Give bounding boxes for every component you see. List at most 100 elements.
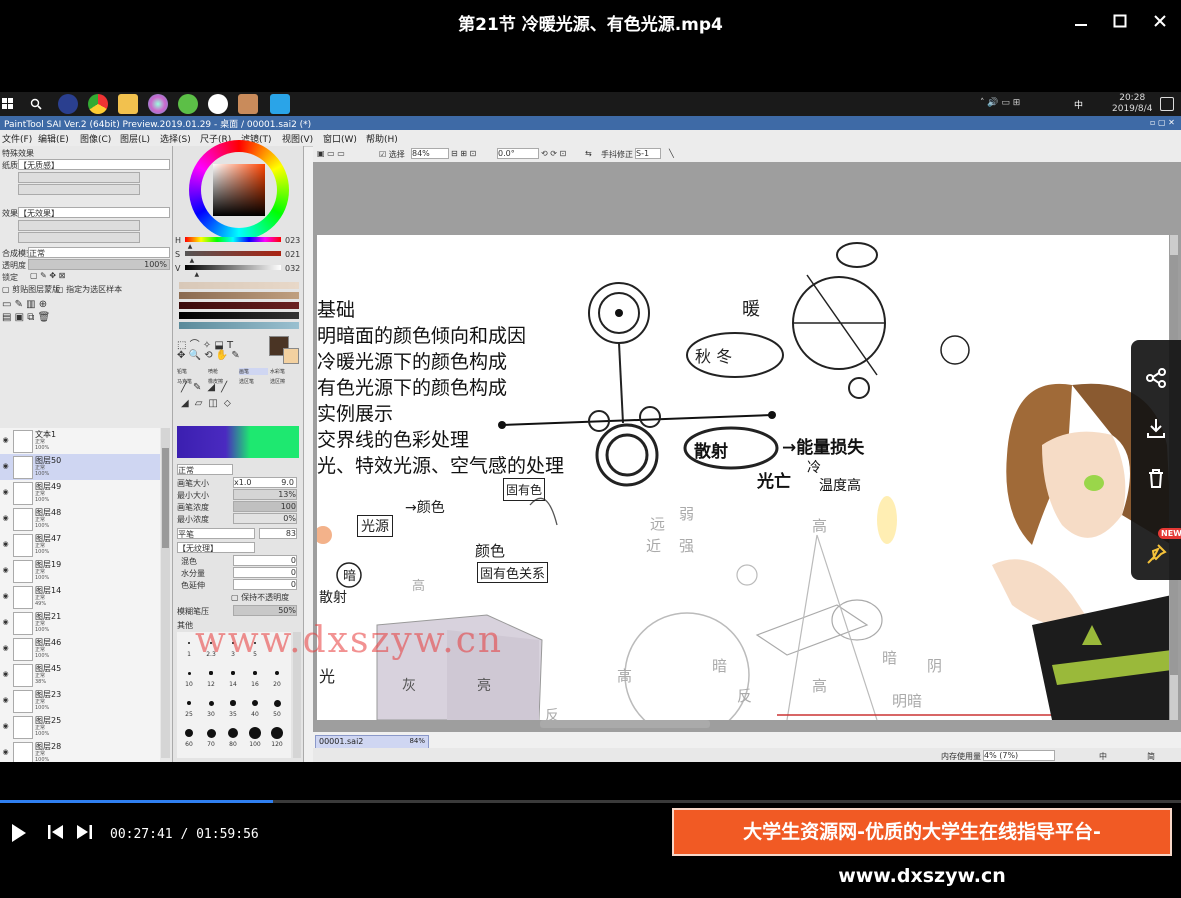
tool-select-eraser[interactable]: 选区擦 [270,378,299,385]
minimize-button[interactable] [1068,8,1094,34]
progress-fill[interactable] [0,800,273,803]
eye-icon[interactable]: ◉ [1,618,10,627]
brush-texture-select[interactable]: 【无纹理】 [177,542,255,553]
promo-banner[interactable]: 大学生资源网-优质的大学生在线指导平台-www.dxszyw.cn [672,808,1172,887]
canvas-horizontal-scrollbar[interactable] [540,720,710,728]
keep-opacity-checkbox[interactable]: ▢ 保持不透明度 [231,592,289,603]
zoom-buttons[interactable]: ⊟ ⊞ ⊡ [451,149,476,158]
brush-size-cell[interactable]: 50 [267,696,287,724]
pressure-slider[interactable]: 50% [233,605,297,616]
brush-size-cell[interactable]: 16 [245,666,265,694]
line-tool-icon[interactable]: ╲ [669,149,674,158]
status-simplified[interactable]: 简 [1147,751,1155,762]
swatch-bar-1[interactable] [179,282,299,289]
brush-size-cell[interactable]: 120 [267,726,287,754]
clip-checkbox[interactable]: ▢ 剪贴图层蒙版 [2,284,60,295]
menu-window[interactable]: 窗口(W) [323,132,357,145]
tool-icons-2[interactable]: ◢▱◫⬦ [181,398,237,409]
brush-size-cell[interactable]: 12 [201,666,221,694]
menu-image[interactable]: 图像(C) [80,132,111,145]
chrome-icon[interactable] [88,94,108,114]
effect-select[interactable]: 【无效果】 [18,207,170,218]
select-src-checkbox[interactable]: ▢ 指定为选区样本 [56,284,122,295]
lock-icons[interactable]: ▢ ✎ ✥ ⊠ [30,271,65,280]
eye-icon[interactable]: ◉ [1,670,10,679]
swatch-bar-4[interactable] [179,312,299,319]
layer-row[interactable]: ◉ 图层49 正常 100% [0,480,160,507]
layer-row[interactable]: ◉ 图层46 正常 100% [0,636,160,663]
value-slider[interactable]: ▲ [185,265,281,278]
brush-size-cell[interactable]: 40 [245,696,265,724]
layer-row[interactable]: ◉ 图层50 正常 100% [0,454,160,481]
eye-icon[interactable]: ◉ [1,462,10,471]
layer-actions-row[interactable]: ▭ ✎ ▥ ⊕ [2,299,47,310]
saturation-knob[interactable]: ▲ [190,257,195,264]
min-size-slider[interactable]: 13% [233,489,297,500]
hue-knob[interactable]: ▲ [188,243,193,250]
status-ime[interactable]: 中 [1099,751,1107,762]
delete-button[interactable] [1131,454,1181,502]
layer-list-scrollbar[interactable] [161,428,170,758]
eye-icon[interactable]: ◉ [1,514,10,523]
swatch-bar-3[interactable] [179,302,299,309]
taskbar-app-green-icon[interactable] [178,94,198,114]
layer-row[interactable]: ◉ 图层48 正常 100% [0,506,160,533]
eye-icon[interactable]: ◉ [1,488,10,497]
share-button[interactable] [1131,354,1181,402]
play-button[interactable] [10,823,28,847]
brush-size-cell[interactable]: 25 [179,696,199,724]
menu-view[interactable]: 视图(V) [282,132,313,145]
close-button[interactable] [1147,8,1173,34]
menu-layer[interactable]: 图层(L) [120,132,150,145]
brush-size-cell[interactable]: 30 [201,696,221,724]
texture-strength-slider[interactable] [18,172,140,183]
search-icon[interactable] [30,98,42,110]
brush-size-cell[interactable]: 80 [223,726,243,754]
blend-slider[interactable]: 0 [233,555,297,566]
layer-row[interactable]: ◉ 图层23 正常 100% [0,688,160,715]
layer-row[interactable]: ◉ 图层45 正常 38% [0,662,160,689]
menu-select[interactable]: 选择(S) [160,132,191,145]
notification-icon[interactable] [1160,97,1174,111]
layer-row[interactable]: ◉ 图层28 正常 100% [0,740,160,762]
eye-icon[interactable]: ◉ [1,592,10,601]
other-section-label[interactable]: 其他 [177,620,193,631]
tool-watercolor[interactable]: 水彩笔 [270,368,299,375]
swatch-bar-2[interactable] [179,292,299,299]
value-knob[interactable]: ▲ [194,271,199,278]
windows-start-icon[interactable] [2,98,14,110]
brush-size-cell[interactable]: 100 [245,726,265,754]
taskbar-app-white-icon[interactable] [208,94,228,114]
tray-icons[interactable]: ˄ 🔊 ▭ ⊞ [980,98,1020,108]
tool-select-pen[interactable]: 选区笔 [239,378,268,385]
sai-window-controls[interactable]: ▫ ▢ ✕ [1150,118,1175,127]
view-tools[interactable]: ✥ 🔍 ⟲ ✋ ✎ [177,350,240,361]
document-tab[interactable]: 00001.sai2 84% [315,735,429,749]
download-button[interactable] [1131,404,1181,452]
eye-icon[interactable]: ◉ [1,748,10,757]
brush-size-cell[interactable]: 10 [179,666,199,694]
brush-size-cell[interactable]: 70 [201,726,221,754]
eye-icon[interactable]: ◉ [1,566,10,575]
layer-actions-row-2[interactable]: ▤ ▣ ⧉ 🗑 [2,312,50,323]
eye-icon[interactable]: ◉ [1,436,10,445]
previous-button[interactable] [47,823,65,845]
brush-size-cell[interactable]: 60 [179,726,199,754]
min-density-slider[interactable]: 0% [233,513,297,524]
brush-shape-value[interactable]: 83 [259,528,297,539]
brush-mode-select[interactable]: 正常 [177,464,233,475]
effect-width-slider[interactable] [18,220,140,231]
eye-icon[interactable]: ◉ [1,722,10,731]
eye-icon[interactable]: ◉ [1,540,10,549]
opacity-slider[interactable]: 100% [28,259,170,270]
menu-help[interactable]: 帮助(H) [366,132,398,145]
color-wheel[interactable] [189,140,289,240]
density-slider[interactable]: 100 [233,501,297,512]
menu-file[interactable]: 文件(F) [2,132,32,145]
taskbar-app-blue-icon[interactable] [270,94,290,114]
saturation-slider[interactable]: ▲ [185,251,281,264]
tool-airbrush[interactable]: 喷枪 [208,368,237,375]
brush-size-cell[interactable]: 14 [223,666,243,694]
brush-size-cell[interactable]: 35 [223,696,243,724]
select-toggle[interactable]: ☑ 选择 [379,149,405,160]
